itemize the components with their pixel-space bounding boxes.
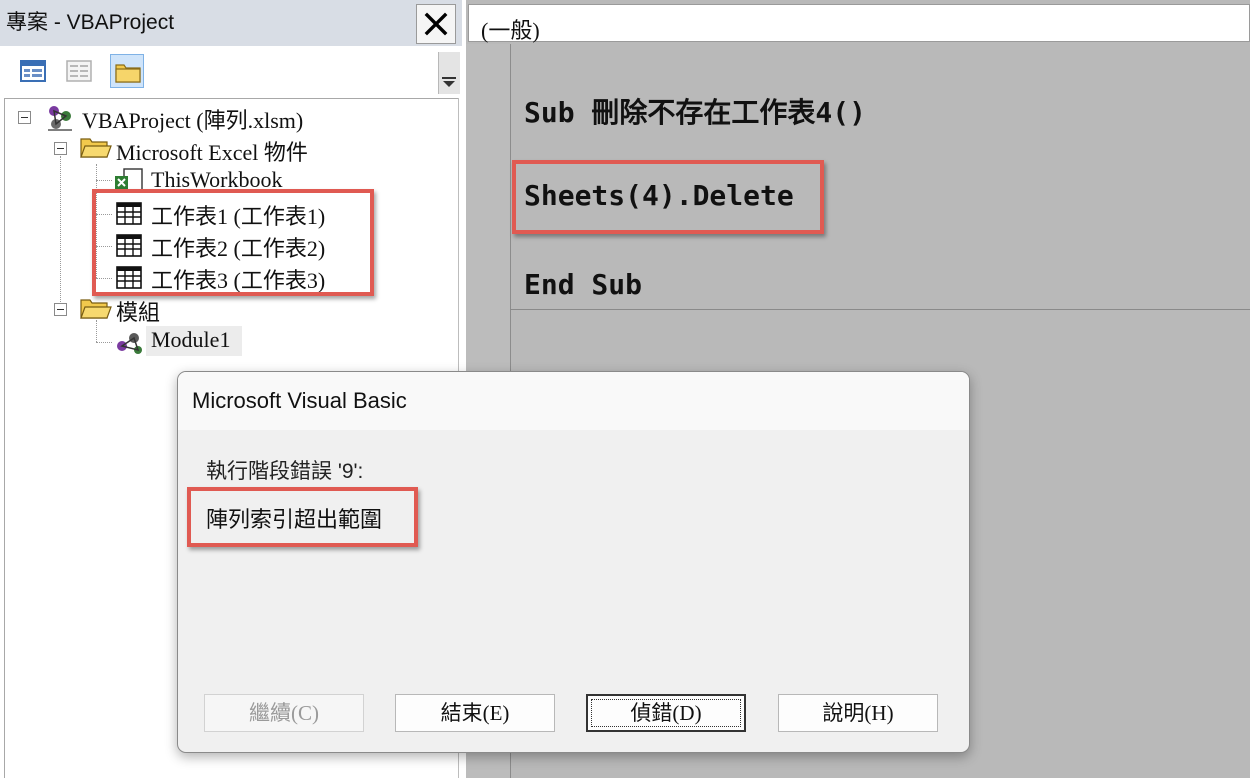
code-line-3[interactable]: End Sub xyxy=(524,268,642,301)
highlight-sheets xyxy=(92,189,374,296)
chevron-down-icon xyxy=(442,77,456,87)
collapse-toggle-root[interactable] xyxy=(18,111,31,124)
continue-button: 繼續(C) xyxy=(204,694,364,732)
folder-icon xyxy=(115,64,141,83)
vba-project-icon xyxy=(48,106,72,131)
close-button[interactable] xyxy=(416,4,456,44)
object-dropdown-value: (一般) xyxy=(481,18,540,43)
dialog-title: Microsoft Visual Basic xyxy=(192,388,407,413)
close-icon xyxy=(424,12,448,36)
toolbar-overflow[interactable] xyxy=(438,52,460,94)
tree-item-vbaproject[interactable]: VBAProject (陣列.xlsm) xyxy=(82,103,303,135)
tree-item-excel-objects[interactable]: Microsoft Excel 物件 xyxy=(116,135,308,167)
toggle-folders-button[interactable] xyxy=(110,54,144,88)
folder-open-icon xyxy=(80,299,112,319)
tree-connector xyxy=(96,180,112,181)
view-code-button[interactable] xyxy=(62,54,96,88)
view-object-button[interactable] xyxy=(16,54,50,88)
object-dropdown[interactable]: (一般) xyxy=(468,4,1250,43)
view-object-icon xyxy=(20,60,46,82)
end-button[interactable]: 結束(E) xyxy=(395,694,555,732)
tree-item-module1[interactable]: Module1 xyxy=(151,327,230,353)
procedure-separator xyxy=(510,309,1250,310)
tree-connector xyxy=(96,320,97,342)
error-heading: 執行階段錯誤 '9': xyxy=(206,460,364,483)
debug-button[interactable]: 偵錯(D) xyxy=(586,694,746,732)
collapse-toggle-excel-objects[interactable] xyxy=(54,142,67,155)
dialog-titlebar[interactable]: Microsoft Visual Basic xyxy=(178,372,969,430)
module-icon xyxy=(117,333,142,354)
folder-open-icon xyxy=(80,138,112,158)
collapse-toggle-modules[interactable] xyxy=(54,303,67,316)
highlight-error-message xyxy=(187,487,418,547)
help-button[interactable]: 說明(H) xyxy=(778,694,938,732)
tree-item-modules[interactable]: 模組 xyxy=(116,295,160,327)
code-line-1[interactable]: Sub 刪除不存在工作表4() xyxy=(524,91,866,131)
tree-connector xyxy=(96,342,112,343)
project-toolbar xyxy=(0,46,462,98)
project-title: 專案 - VBAProject xyxy=(6,11,175,34)
error-dialog: Microsoft Visual Basic 執行階段錯誤 '9': 陣列索引超… xyxy=(177,371,970,753)
highlight-code-line xyxy=(512,160,824,234)
project-titlebar: 專案 - VBAProject xyxy=(0,0,462,46)
tree-connector xyxy=(60,156,61,310)
view-code-icon xyxy=(66,60,92,82)
